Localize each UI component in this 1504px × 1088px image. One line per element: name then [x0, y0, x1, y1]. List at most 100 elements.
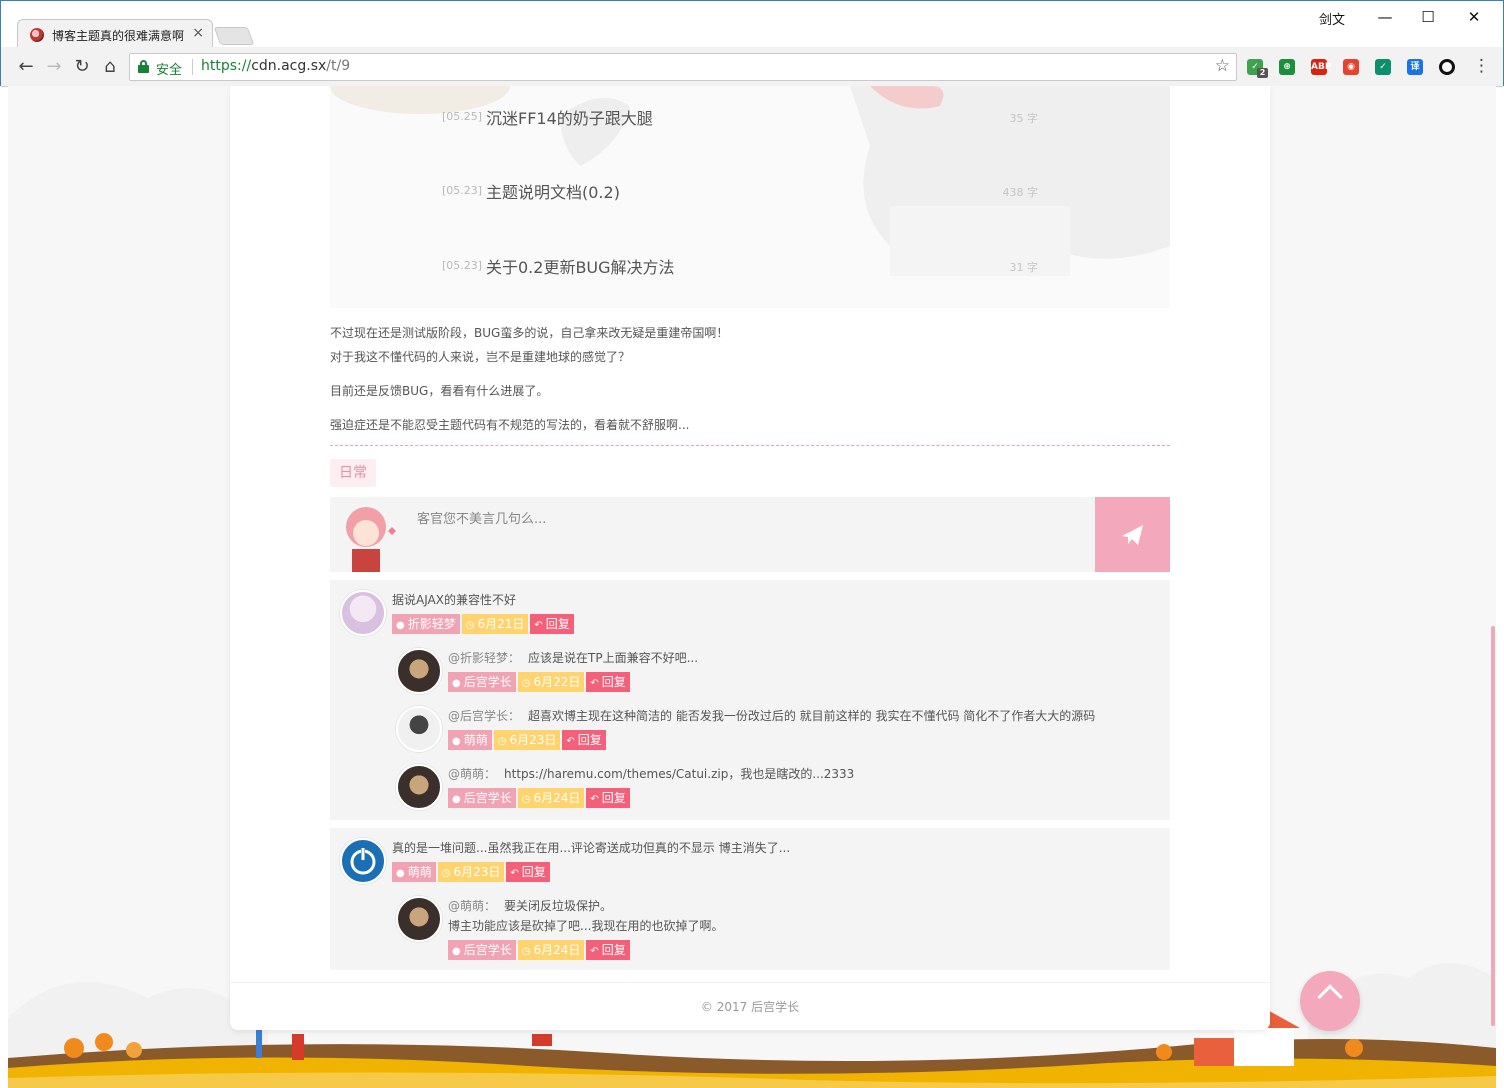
comment-author-badge[interactable]: ● 折影轻梦 — [392, 614, 460, 634]
reply-button[interactable]: ↶ 回复 — [506, 862, 550, 882]
url-text[interactable]: https://cdn.acg.sx/t/9 — [201, 58, 350, 74]
tab-close-icon[interactable]: × — [192, 25, 204, 41]
weibo-icon[interactable]: ◉ — [1343, 59, 1359, 75]
reply-button[interactable]: ↶ 回复 — [586, 940, 630, 960]
reply-button[interactable]: ↶ 回复 — [586, 788, 630, 808]
anime-avatar-icon — [346, 507, 396, 572]
reply-arrow-icon: ↶ — [510, 868, 519, 879]
back-button[interactable]: ← — [15, 56, 37, 78]
new-tab-button[interactable] — [213, 27, 255, 45]
reply-arrow-icon: ↶ — [590, 794, 599, 805]
comment-thread: 真的是一堆问题...虽然我正在用...评论寄送成功但真的不显示 博主消失了...… — [330, 828, 1170, 970]
comment-author-badge[interactable]: ● 后宫学长 — [448, 788, 516, 808]
privacy-badge-icon[interactable]: ⊕ — [1279, 59, 1295, 75]
post-item[interactable]: [05.23] 主题说明文档(0.2) 438 字 — [330, 176, 1170, 206]
commenter-avatar — [396, 764, 442, 810]
translate-icon[interactable]: 译 — [1407, 59, 1423, 75]
comment-text: @后宫学长： 超喜欢博主现在这种简洁的 能否发我一份改过后的 就目前这样的 我实在… — [448, 709, 1096, 723]
reload-button[interactable]: ↻ — [71, 56, 93, 78]
post-title-link[interactable]: 沉迷FF14的奶子跟大腿 — [486, 105, 653, 129]
close-window-button[interactable]: ✕ — [1456, 5, 1492, 29]
security-shield-icon[interactable]: ✓ — [1375, 59, 1391, 75]
scrollbar[interactable] — [1490, 86, 1496, 1088]
forward-button[interactable]: → — [43, 56, 65, 78]
post-card: [05.25] 沉迷FF14的奶子跟大腿 35 字 [05.23] 主题说明文档… — [230, 86, 1270, 1030]
maximize-button[interactable]: ☐ — [1410, 5, 1446, 29]
post-title-link[interactable]: 主题说明文档(0.2) — [486, 179, 620, 203]
clock-icon: ◷ — [521, 678, 531, 689]
browser-toolbar: ← → ↻ ⌂ 安全 https://cdn.acg.sx/t/9 ☆ ✓ 2 ⊕ A… — [1, 47, 1503, 87]
commenter-avatar — [396, 896, 442, 942]
post-tag[interactable]: 日常 — [330, 459, 376, 487]
browser-menu-icon[interactable]: ⋮ — [1473, 57, 1490, 75]
scrollbar-thumb[interactable] — [1491, 626, 1495, 1026]
title-bar: 博客主题真的很难满意啊 × 剑文 — ☐ ✕ — [1, 1, 1503, 49]
post-title-link[interactable]: 关于0.2更新BUG解决方法 — [486, 254, 675, 278]
url-host: cdn.acg.sx — [251, 58, 327, 74]
browser-window: 博客主题真的很难满意啊 × 剑文 — ☐ ✕ ← → ↻ ⌂ 安全 https:… — [0, 0, 1504, 87]
article-paragraph: 强迫症还是不能忍受主题代码有不规范的写法的，看着就不舒服啊... — [330, 418, 690, 432]
user-icon: ● — [396, 620, 405, 631]
profile-name[interactable]: 剑文 — [1319, 9, 1345, 28]
comment-meta: ● 萌萌 ◷ 6月23日 ↶ 回复 — [448, 730, 608, 750]
comment-author-badge[interactable]: ● 萌萌 — [448, 730, 492, 750]
comment-meta: ● 后宫学长 ◷ 6月22日 ↶ 回复 — [448, 672, 632, 692]
adblock-plus-icon[interactable]: ABP — [1311, 59, 1331, 75]
user-icon: ● — [452, 736, 461, 747]
url-path: /t/9 — [326, 58, 351, 74]
post-word-count: 438 字 — [1002, 186, 1039, 199]
power-icon — [350, 847, 376, 875]
circle-extension-icon[interactable] — [1439, 59, 1455, 75]
comment-text: 据说AJAX的兼容性不好 — [392, 593, 516, 607]
user-icon: ● — [452, 678, 461, 689]
back-to-top-button[interactable] — [1300, 971, 1360, 1031]
article-divider — [330, 445, 1170, 446]
comment-meta: ● 萌萌 ◷ 6月23日 ↶ 回复 — [392, 862, 552, 882]
post-item[interactable]: [05.23] 关于0.2更新BUG解决方法 31 字 — [330, 251, 1170, 281]
browser-tab[interactable]: 博客主题真的很难满意啊 × — [17, 19, 213, 49]
clock-icon: ◷ — [521, 794, 531, 805]
extension-badge: 2 — [1257, 68, 1268, 78]
comment-date-badge: ◷ 6月23日 — [493, 730, 561, 750]
comment-date-badge: ◷ 6月24日 — [517, 788, 585, 808]
shield-check-icon[interactable]: ✓ 2 — [1247, 59, 1268, 78]
post-date: [05.23] — [442, 184, 483, 197]
tab-title: 博客主题真的很难满意啊 — [52, 29, 185, 43]
comment-form: 客官您不美言几句么... — [330, 497, 1170, 572]
comment-text: 真的是一堆问题...虽然我正在用...评论寄送成功但真的不显示 博主消失了... — [392, 841, 791, 855]
comment-text: @萌萌： https://haremu.com/themes/Catui.zip，… — [448, 767, 855, 781]
address-bar[interactable]: 安全 https://cdn.acg.sx/t/9 ☆ — [129, 53, 1237, 81]
commenter-avatar — [340, 590, 386, 636]
article-paragraph: 目前还是反馈BUG，看看有什么进展了。 — [330, 384, 549, 398]
commenter-avatar — [396, 648, 442, 694]
reply-arrow-icon: ↶ — [590, 946, 599, 957]
reply-arrow-icon: ↶ — [534, 620, 543, 631]
minimize-button[interactable]: — — [1367, 5, 1403, 29]
user-icon: ● — [452, 794, 461, 805]
comment-text-line: 博主功能应该是砍掉了吧...我现在用的也砍掉了啊。 — [448, 919, 724, 933]
send-comment-button[interactable] — [1095, 497, 1170, 572]
security-label: 安全 — [156, 63, 183, 78]
lock-icon — [138, 60, 149, 73]
article-paragraph: 对于我这不懂代码的人来说，岂不是重建地球的感觉了？ — [330, 350, 631, 364]
comment-date-badge: ◷ 6月22日 — [517, 672, 585, 692]
comment-meta: ● 后宫学长 ◷ 6月24日 ↶ 回复 — [448, 940, 632, 960]
comment-input[interactable]: 客官您不美言几句么... — [417, 508, 546, 527]
reply-button[interactable]: ↶ 回复 — [530, 614, 574, 634]
post-word-count: 35 字 — [1009, 112, 1039, 125]
bookmark-star-icon[interactable]: ☆ — [1215, 56, 1230, 76]
home-button[interactable]: ⌂ — [99, 56, 121, 78]
clock-icon: ◷ — [465, 620, 475, 631]
omnibox-divider — [192, 59, 193, 75]
comment-author-badge[interactable]: ● 后宫学长 — [448, 940, 516, 960]
post-item[interactable]: [05.25] 沉迷FF14的奶子跟大腿 35 字 — [330, 102, 1170, 132]
comment-text: @萌萌： 要关闭反垃圾保护。 — [448, 899, 613, 913]
reply-button[interactable]: ↶ 回复 — [562, 730, 606, 750]
comment-author-badge[interactable]: ● 后宫学长 — [448, 672, 516, 692]
commenter-avatar — [396, 706, 442, 752]
user-icon: ● — [452, 946, 461, 957]
comment-author-badge[interactable]: ● 萌萌 — [392, 862, 436, 882]
commenter-avatar — [340, 838, 386, 884]
site-footer: © 2017 后宫学长 — [230, 982, 1270, 1030]
reply-button[interactable]: ↶ 回复 — [586, 672, 630, 692]
